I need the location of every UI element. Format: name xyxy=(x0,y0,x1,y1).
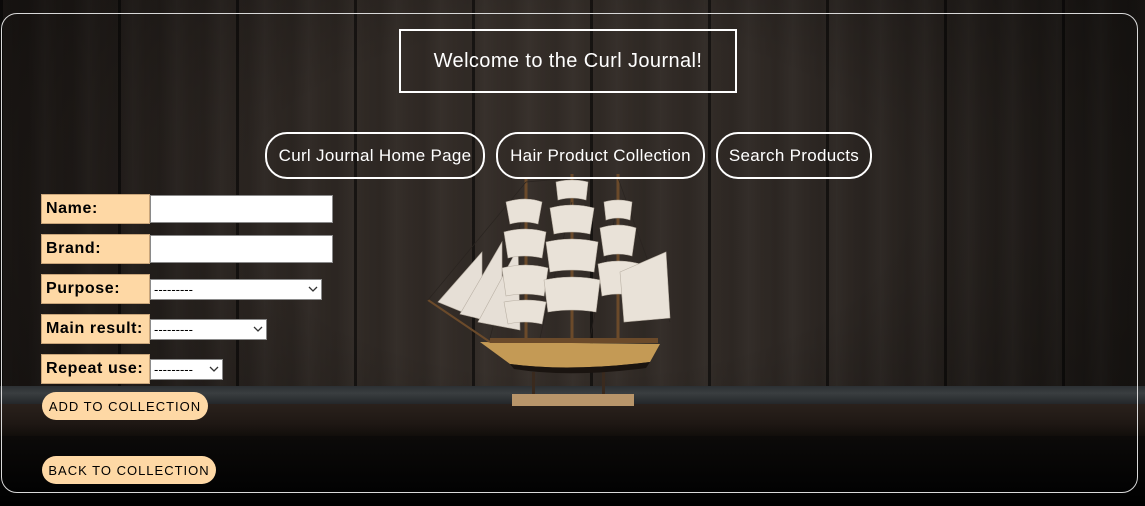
back-to-collection-button[interactable]: BACK TO COLLECTION xyxy=(42,456,216,484)
repeat-use-select[interactable]: --------- xyxy=(150,359,223,380)
chevron-down-icon xyxy=(305,280,321,299)
main-result-label: Main result: xyxy=(41,314,150,344)
brand-input[interactable] xyxy=(150,235,333,263)
nav-search-products-link[interactable]: Search Products xyxy=(716,132,872,179)
nav-hair-product-collection-link[interactable]: Hair Product Collection xyxy=(496,132,705,179)
purpose-label: Purpose: xyxy=(41,274,150,304)
purpose-select-value: --------- xyxy=(154,282,193,297)
main-result-select-value: --------- xyxy=(154,322,193,337)
add-to-collection-button[interactable]: ADD TO COLLECTION xyxy=(42,392,208,420)
brand-label: Brand: xyxy=(41,234,150,264)
name-label: Name: xyxy=(41,194,150,224)
purpose-select[interactable]: --------- xyxy=(150,279,322,300)
chevron-down-icon xyxy=(250,320,266,339)
repeat-use-label: Repeat use: xyxy=(41,354,150,384)
name-input[interactable] xyxy=(150,195,333,223)
chevron-down-icon xyxy=(206,360,222,379)
main-result-select[interactable]: --------- xyxy=(150,319,267,340)
repeat-use-select-value: --------- xyxy=(154,362,193,377)
nav-home-page-link[interactable]: Curl Journal Home Page xyxy=(265,132,485,179)
welcome-banner: Welcome to the Curl Journal! xyxy=(399,29,737,93)
